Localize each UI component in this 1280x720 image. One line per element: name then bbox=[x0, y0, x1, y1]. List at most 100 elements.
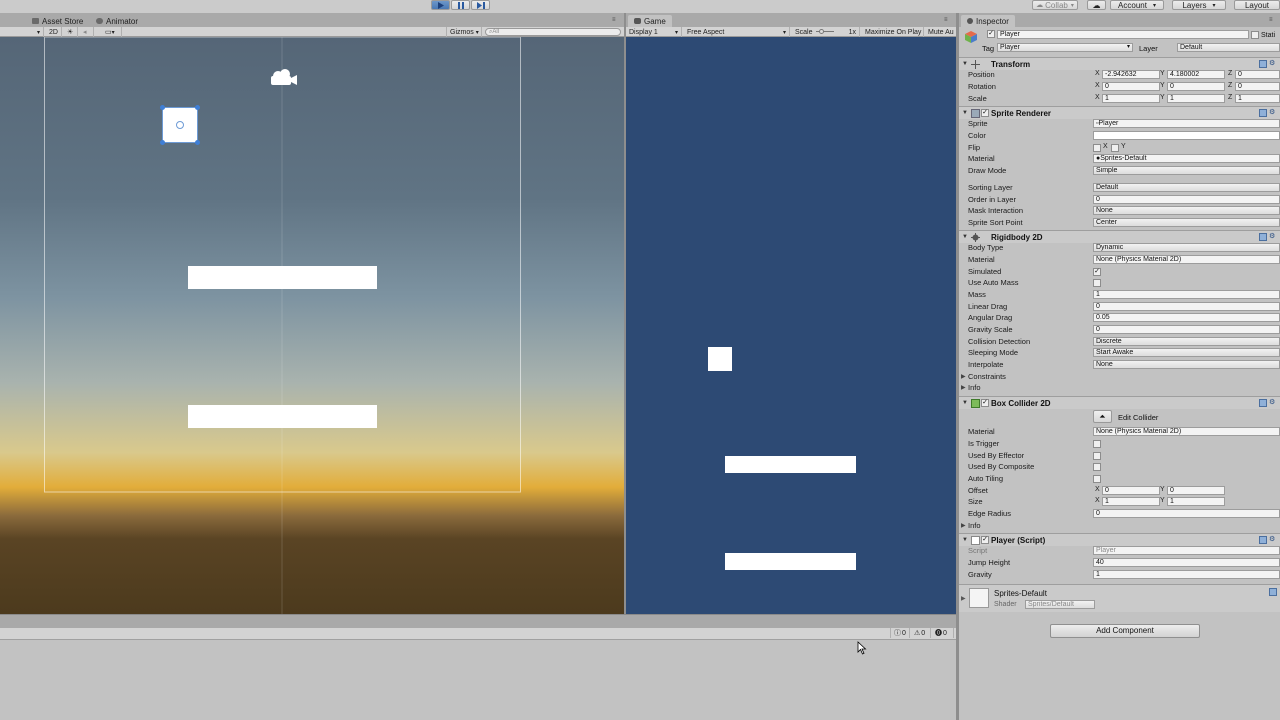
console-error-toggle[interactable]: ⓿0 bbox=[932, 628, 954, 638]
resize-handle[interactable] bbox=[160, 105, 165, 110]
edge-radius-field[interactable]: 0 bbox=[1093, 509, 1280, 518]
material-field[interactable]: ●Sprites-Default bbox=[1093, 154, 1280, 163]
order-in-layer-field[interactable]: 0 bbox=[1093, 195, 1280, 204]
display-dropdown[interactable]: Display 1 ▾ bbox=[626, 27, 682, 37]
pause-button[interactable] bbox=[451, 0, 470, 10]
help-book-icon[interactable] bbox=[1259, 399, 1267, 407]
shading-mode-dropdown[interactable]: ▾ bbox=[0, 27, 44, 37]
resize-handle[interactable] bbox=[160, 140, 165, 145]
enabled-checkbox[interactable]: ✓ bbox=[981, 399, 989, 407]
scale-slider[interactable]: Scale 1x bbox=[792, 27, 860, 37]
player-sprite-selected[interactable] bbox=[160, 105, 200, 145]
panel-menu-icon[interactable]: ≡ bbox=[944, 17, 952, 23]
pivot-icon[interactable] bbox=[176, 121, 184, 129]
gear-icon[interactable]: ⚙ bbox=[1269, 60, 1277, 68]
mass-field[interactable]: 1 bbox=[1093, 290, 1280, 299]
enabled-checkbox[interactable]: ✓ bbox=[981, 536, 989, 544]
collision-detection-dropdown[interactable]: Discrete bbox=[1093, 337, 1280, 346]
position-x-field[interactable]: -2.942632 bbox=[1102, 70, 1160, 79]
gear-icon[interactable]: ⚙ bbox=[1269, 536, 1277, 544]
draw-mode-dropdown[interactable]: Simple bbox=[1093, 166, 1280, 175]
static-checkbox[interactable] bbox=[1251, 31, 1259, 39]
resize-handle[interactable] bbox=[195, 105, 200, 110]
active-checkbox[interactable]: ✓ bbox=[987, 30, 995, 38]
mode-2d-toggle[interactable]: 2D bbox=[46, 27, 62, 37]
lighting-toggle[interactable]: ☀ bbox=[64, 27, 78, 37]
camera-gizmo-icon[interactable] bbox=[268, 66, 298, 88]
body-type-dropdown[interactable]: Dynamic bbox=[1093, 243, 1280, 252]
use-auto-mass-checkbox[interactable] bbox=[1093, 279, 1101, 287]
flip-x-checkbox[interactable] bbox=[1093, 144, 1101, 152]
tab-asset-store[interactable]: Asset Store bbox=[26, 15, 89, 27]
angular-drag-field[interactable]: 0.05 bbox=[1093, 313, 1280, 322]
panel-menu-icon[interactable]: ≡ bbox=[1269, 17, 1277, 23]
shader-dropdown[interactable]: Sprites/Default bbox=[1025, 600, 1095, 609]
material-preview[interactable]: ▶ Sprites-Default Shader Sprites/Default bbox=[959, 584, 1280, 612]
scene-view[interactable] bbox=[0, 37, 624, 614]
box-collider-header[interactable]: ▼ ✓ Box Collider 2D ⚙ bbox=[959, 396, 1280, 409]
effects-dropdown[interactable]: ▭ ▾ bbox=[102, 27, 122, 37]
bc-info-foldout[interactable]: ▶ Info bbox=[959, 520, 1280, 531]
constraints-foldout[interactable]: ▶ Constraints bbox=[959, 371, 1280, 382]
help-book-icon[interactable] bbox=[1259, 536, 1267, 544]
jump-height-field[interactable]: 40 bbox=[1093, 558, 1280, 567]
position-z-field[interactable]: 0 bbox=[1235, 70, 1280, 79]
scale-y-field[interactable]: 1 bbox=[1167, 94, 1225, 103]
foldout-arrow-icon[interactable]: ▼ bbox=[962, 400, 968, 406]
rotation-y-field[interactable]: 0 bbox=[1167, 82, 1225, 91]
help-book-icon[interactable] bbox=[1269, 588, 1277, 596]
enabled-checkbox[interactable]: ✓ bbox=[981, 109, 989, 117]
layer-dropdown[interactable]: Default bbox=[1177, 43, 1280, 52]
account-dropdown[interactable]: Account ▾ bbox=[1110, 0, 1164, 10]
used-by-composite-checkbox[interactable] bbox=[1093, 463, 1101, 471]
help-book-icon[interactable] bbox=[1259, 233, 1267, 241]
sprite-sort-point-dropdown[interactable]: Center bbox=[1093, 218, 1280, 227]
help-book-icon[interactable] bbox=[1259, 109, 1267, 117]
gear-icon[interactable]: ⚙ bbox=[1269, 233, 1277, 241]
object-name-field[interactable]: Player bbox=[997, 30, 1249, 39]
rb-material-field[interactable]: None (Physics Material 2D) bbox=[1093, 255, 1280, 264]
is-trigger-checkbox[interactable] bbox=[1093, 440, 1101, 448]
gravity-scale-field[interactable]: 0 bbox=[1093, 325, 1280, 334]
tab-inspector[interactable]: Inspector bbox=[961, 15, 1015, 27]
gravity-field[interactable]: 1 bbox=[1093, 570, 1280, 579]
step-button[interactable] bbox=[471, 0, 490, 10]
foldout-arrow-icon[interactable]: ▶ bbox=[961, 595, 966, 602]
simulated-checkbox[interactable]: ✓ bbox=[1093, 268, 1101, 276]
add-component-button[interactable]: Add Component bbox=[1050, 624, 1200, 638]
bc-material-field[interactable]: None (Physics Material 2D) bbox=[1093, 427, 1280, 436]
rb-info-foldout[interactable]: ▶ Info bbox=[959, 382, 1280, 393]
maximize-on-play-toggle[interactable]: Maximize On Play bbox=[862, 27, 924, 37]
mask-interaction-dropdown[interactable]: None bbox=[1093, 206, 1280, 215]
collab-button[interactable]: ☁ Collab ▾ bbox=[1032, 0, 1078, 10]
rotation-x-field[interactable]: 0 bbox=[1102, 82, 1160, 91]
foldout-arrow-icon[interactable]: ▼ bbox=[962, 537, 968, 543]
help-book-icon[interactable] bbox=[1259, 60, 1267, 68]
auto-tiling-checkbox[interactable] bbox=[1093, 475, 1101, 483]
gizmos-dropdown[interactable]: Gizmos ▾ bbox=[446, 27, 482, 37]
scale-x-field[interactable]: 1 bbox=[1102, 94, 1160, 103]
play-button[interactable] bbox=[431, 0, 450, 10]
sprite-field[interactable]: ▫Player bbox=[1093, 119, 1280, 128]
size-y-field[interactable]: 1 bbox=[1167, 497, 1225, 506]
linear-drag-field[interactable]: 0 bbox=[1093, 302, 1280, 311]
edit-collider-button[interactable]: ⏶ bbox=[1093, 410, 1112, 423]
tag-dropdown[interactable]: Player ▾ bbox=[997, 43, 1133, 52]
tab-game[interactable]: Game bbox=[628, 15, 672, 27]
used-by-effector-checkbox[interactable] bbox=[1093, 452, 1101, 460]
offset-x-field[interactable]: 0 bbox=[1102, 486, 1160, 495]
console-info-toggle[interactable]: ⓘ 0 bbox=[890, 628, 910, 638]
mute-audio-toggle[interactable]: Mute Au bbox=[925, 27, 956, 37]
tab-animator[interactable]: Animator bbox=[90, 15, 144, 27]
aspect-dropdown[interactable]: Free Aspect ▾ bbox=[684, 27, 790, 37]
panel-menu-icon[interactable]: ≡ bbox=[612, 17, 620, 23]
scene-search-input[interactable]: ⌕All bbox=[485, 28, 621, 36]
offset-y-field[interactable]: 0 bbox=[1167, 486, 1225, 495]
layers-dropdown[interactable]: Layers ▾ bbox=[1172, 0, 1226, 10]
scale-z-field[interactable]: 1 bbox=[1235, 94, 1280, 103]
gear-icon[interactable]: ⚙ bbox=[1269, 399, 1277, 407]
interpolate-dropdown[interactable]: None bbox=[1093, 360, 1280, 369]
platform-sprite[interactable] bbox=[188, 405, 377, 428]
rotation-z-field[interactable]: 0 bbox=[1235, 82, 1280, 91]
sleeping-mode-dropdown[interactable]: Start Awake bbox=[1093, 348, 1280, 357]
